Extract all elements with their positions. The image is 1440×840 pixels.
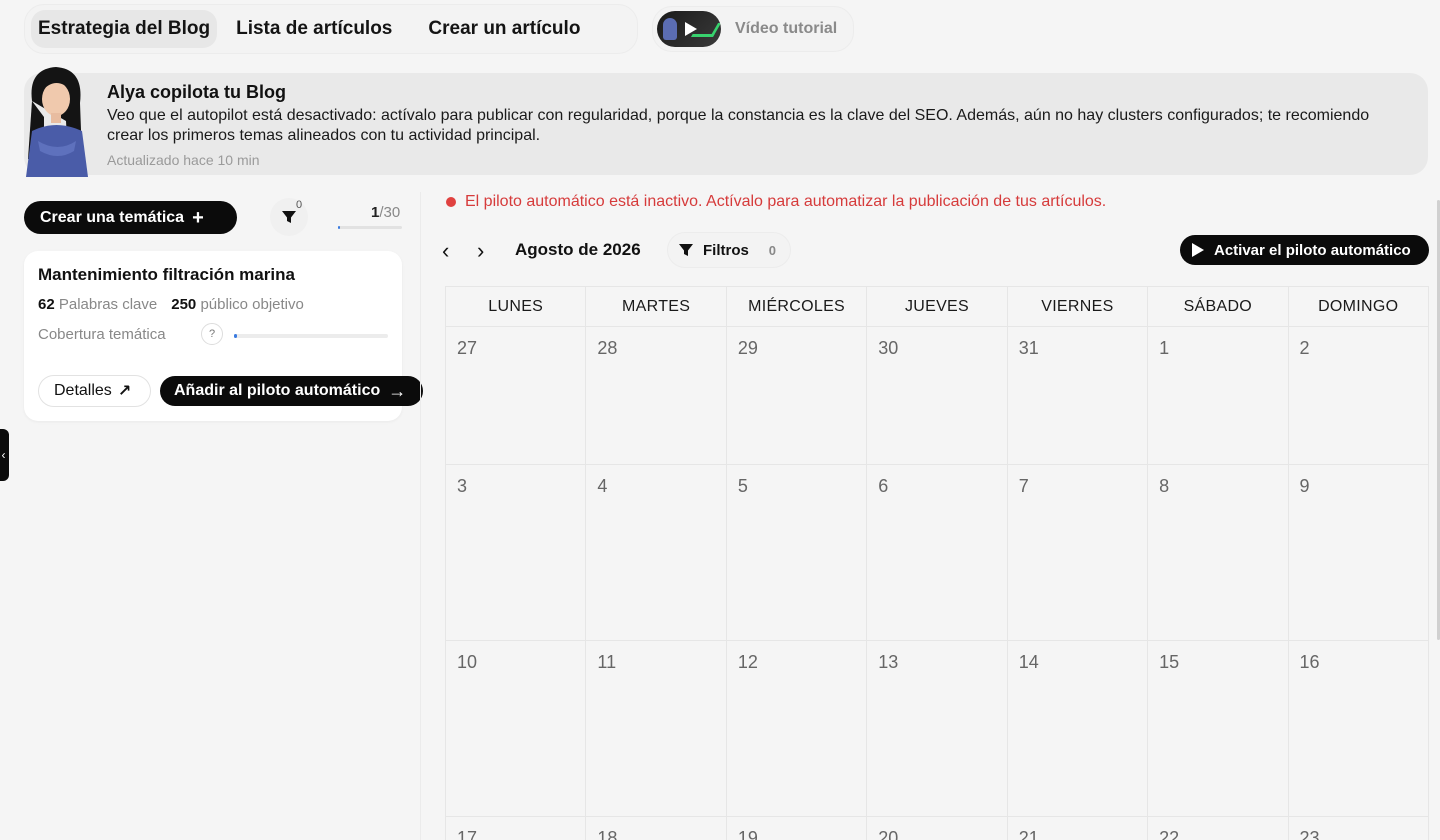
details-button[interactable]: Detalles ↗ (38, 375, 151, 407)
audience-count: 250 (171, 296, 197, 313)
main-tabs: Estrategia del Blog Lista de artículos C… (24, 4, 638, 54)
tab-create-article[interactable]: Crear un artículo (421, 10, 587, 48)
filters-count: 0 (768, 242, 776, 258)
weekday-label: SÁBADO (1148, 287, 1289, 327)
calendar-day-cell[interactable]: 4 (586, 465, 727, 641)
calendar-day-cell[interactable]: 5 (726, 465, 868, 641)
calendar-day-cell[interactable]: 23 (1289, 817, 1429, 840)
calendar-week-row: 10 11 12 13 14 15 16 (446, 641, 1429, 817)
calendar-day-cell[interactable]: 2 (1288, 327, 1429, 465)
details-label: Detalles (54, 382, 112, 399)
calendar-day-cell[interactable]: 21 (1008, 817, 1149, 840)
video-thumbnail (657, 11, 721, 47)
filter-button[interactable] (270, 198, 308, 236)
calendar-day-cell[interactable]: 7 (1007, 465, 1149, 641)
counter-progress-bar (338, 226, 402, 229)
calendar-grid: LUNES MARTES MIÉRCOLES JUEVES VIERNES SÁ… (445, 286, 1429, 840)
add-to-autopilot-label: Añadir al piloto automático (174, 382, 381, 399)
filter-icon (679, 244, 693, 256)
banner-updated-time: Actualizado hace 10 min (107, 152, 260, 168)
weekday-label: VIERNES (1007, 287, 1149, 327)
coverage-label: Cobertura temática (38, 326, 166, 343)
avatar-figure (663, 18, 677, 40)
coverage-progress-fill (234, 334, 238, 338)
calendar-weekday-header: LUNES MARTES MIÉRCOLES JUEVES VIERNES SÁ… (446, 287, 1429, 327)
create-theme-label: Crear una temática (40, 208, 185, 226)
next-month-chevron-icon[interactable]: › (477, 238, 484, 264)
add-to-autopilot-button[interactable]: Añadir al piloto automático → (160, 376, 423, 406)
calendar-day-cell[interactable]: 20 (867, 817, 1008, 840)
tab-blog-strategy[interactable]: Estrategia del Blog (31, 10, 218, 48)
counter-total: /30 (379, 204, 401, 221)
weekday-label: DOMINGO (1288, 287, 1429, 327)
calendar-week-row: 3 4 5 6 7 8 9 (446, 465, 1429, 641)
calendar-day-cell[interactable]: 28 (586, 327, 727, 465)
calendar-day-cell[interactable]: 8 (1148, 465, 1289, 641)
calendar-day-cell[interactable]: 12 (726, 641, 868, 817)
filter-count-badge: 0 (296, 199, 303, 211)
calendar-day-cell[interactable]: 3 (446, 465, 587, 641)
tab-article-list[interactable]: Lista de artículos (229, 10, 399, 48)
weekday-label: JUEVES (867, 287, 1008, 327)
help-icon[interactable]: ? (201, 323, 223, 345)
calendar-day-cell[interactable]: 14 (1007, 641, 1149, 817)
avatar (26, 67, 88, 177)
alert-dot-icon (446, 197, 456, 207)
banner-title: Alya copilota tu Blog (107, 82, 287, 102)
alert-text: El piloto automático está inactivo. Actí… (465, 193, 1107, 210)
filters-button[interactable]: Filtros 0 (667, 232, 791, 268)
video-tutorial-button[interactable]: Vídeo tutorial (652, 6, 854, 52)
calendar-day-cell[interactable]: 6 (867, 465, 1008, 641)
calendar-day-cell[interactable]: 22 (1148, 817, 1289, 840)
theme-counter: 1/30 (371, 204, 400, 221)
calendar-day-cell[interactable]: 29 (726, 327, 868, 465)
video-tutorial-label: Vídeo tutorial (735, 20, 838, 37)
current-month: Agosto de 2026 (515, 240, 641, 259)
filters-label: Filtros (703, 241, 749, 259)
filter-icon (282, 211, 296, 223)
calendar-week-row: 27 28 29 30 31 1 2 (446, 327, 1429, 465)
counter-progress-fill (338, 226, 341, 229)
calendar-day-cell[interactable]: 11 (586, 641, 727, 817)
weekday-label: MARTES (586, 287, 727, 327)
play-icon (1192, 243, 1204, 257)
activate-autopilot-button[interactable]: Activar el piloto automático (1180, 235, 1429, 265)
arrow-up-right-icon: ↗ (117, 383, 132, 400)
coverage-progress-bar (234, 334, 388, 338)
keywords-label: Palabras clave (58, 296, 158, 313)
column-divider (420, 192, 421, 840)
calendar-day-cell[interactable]: 1 (1148, 327, 1289, 465)
plus-icon: + (192, 206, 204, 229)
calendar-day-cell[interactable]: 10 (446, 641, 587, 817)
autopilot-inactive-alert: El piloto automático está inactivo. Actí… (446, 193, 1106, 211)
calendar-day-cell[interactable]: 27 (446, 327, 587, 465)
calendar-day-cell[interactable]: 16 (1288, 641, 1429, 817)
keywords-count: 62 (38, 296, 55, 313)
calendar-day-cell[interactable]: 15 (1148, 641, 1289, 817)
arrow-right-icon: → (388, 380, 407, 401)
prev-month-chevron-icon[interactable]: ‹ (442, 238, 449, 264)
collapse-sidebar-icon[interactable]: ‹ (0, 429, 9, 481)
audience-label: público objetivo (200, 296, 304, 313)
create-theme-button[interactable]: Crear una temática + (24, 201, 237, 234)
weekday-label: LUNES (446, 287, 587, 327)
calendar-day-cell[interactable]: 30 (867, 327, 1008, 465)
banner-message: Veo que el autopilot está desactivado: a… (107, 107, 1370, 144)
calendar-day-cell[interactable]: 17 (446, 817, 587, 840)
activate-autopilot-label: Activar el piloto automático (1214, 241, 1411, 259)
topic-title: Mantenimiento filtración marina (38, 265, 295, 284)
calendar-day-cell[interactable]: 9 (1288, 465, 1429, 641)
weekday-label: MIÉRCOLES (726, 287, 868, 327)
calendar-day-cell[interactable]: 19 (727, 817, 868, 840)
calendar-day-cell[interactable]: 31 (1007, 327, 1149, 465)
calendar-week-row: 17 18 19 20 21 22 23 (446, 817, 1429, 840)
calendar-day-cell[interactable]: 18 (586, 817, 727, 840)
topic-stats: 62 Palabras clave 250 público objetivo (38, 296, 304, 313)
calendar-day-cell[interactable]: 13 (867, 641, 1008, 817)
